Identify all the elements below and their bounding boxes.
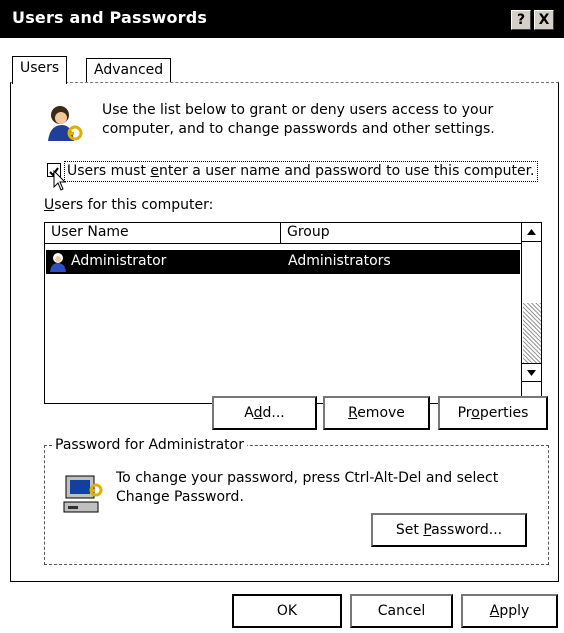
checkbox-label-mnemonic: e <box>150 163 160 179</box>
ok-button[interactable]: OK <box>232 594 342 628</box>
set-password-button[interactable]: Set Password... <box>371 513 527 547</box>
close-button[interactable]: X <box>534 10 554 30</box>
window-title: Users and Passwords <box>12 8 208 27</box>
help-button[interactable]: ? <box>511 10 531 30</box>
add-button[interactable]: Add... <box>212 396 317 430</box>
users-list-label: Users for this computer: <box>44 196 213 215</box>
user-icon <box>49 252 71 276</box>
column-header-user-name-label: User Name <box>51 224 129 240</box>
remove-label-mnemonic: R <box>348 405 358 421</box>
intro-line-1: Use the list below to grant or deny user… <box>102 102 494 118</box>
login-required-label[interactable]: Users must enter a user name and passwor… <box>64 161 538 182</box>
password-group-legend: Password for Administrator <box>52 436 247 455</box>
properties-button[interactable]: Properties <box>438 396 548 430</box>
apply-button[interactable]: Apply <box>461 594 558 628</box>
apply-label-part: pply <box>499 603 530 619</box>
listview-scrollbar[interactable] <box>521 223 541 403</box>
scroll-up-button[interactable] <box>522 223 541 242</box>
add-label-part: d... <box>262 405 285 421</box>
arrow-down-icon <box>527 370 536 376</box>
apply-label-mnemonic: A <box>489 603 500 619</box>
column-header-group-label: Group <box>287 224 330 240</box>
add-label-part: A <box>244 405 254 421</box>
row-group: Administrators <box>288 253 391 269</box>
table-row[interactable]: Administrator Administrators <box>46 250 520 274</box>
intro-line-2: computer, and to change passwords and ot… <box>102 121 495 137</box>
set-password-label-part: Set <box>395 522 424 538</box>
computer-keys-icon <box>62 472 106 516</box>
set-password-label-mnemonic: P <box>423 522 432 538</box>
properties-label-part: Pr <box>457 405 472 421</box>
column-header-group[interactable]: Group <box>281 223 521 244</box>
checkbox-label-part: nter a user name and password to use thi… <box>159 163 535 179</box>
column-header-user-name[interactable]: User Name <box>45 223 281 244</box>
arrow-up-icon <box>527 229 536 235</box>
tab-users-label: Users <box>20 60 60 76</box>
password-info-line-2: Change Password. <box>116 489 244 505</box>
users-list-label-part: sers for this computer: <box>54 197 214 213</box>
title-bar[interactable]: Users and Passwords ? X <box>0 0 564 38</box>
users-keys-icon <box>44 103 86 143</box>
scroll-track[interactable] <box>523 303 541 363</box>
scroll-down-button[interactable] <box>522 363 541 382</box>
password-info-line-1: To change your password, press Ctrl-Alt-… <box>116 470 499 486</box>
properties-label-part: perties <box>479 405 529 421</box>
checkbox-label-part: Users must <box>67 163 151 179</box>
tab-users[interactable]: Users <box>12 56 68 84</box>
remove-button[interactable]: Remove <box>323 396 430 430</box>
row-user-name: Administrator <box>71 253 167 269</box>
set-password-label-part: assword... <box>431 522 503 538</box>
properties-label-mnemonic: o <box>471 405 480 421</box>
tab-advanced-label: Advanced <box>94 62 164 78</box>
tab-advanced[interactable]: Advanced <box>86 58 172 82</box>
users-list-label-mnemonic: U <box>44 197 55 213</box>
cancel-button[interactable]: Cancel <box>350 594 453 628</box>
remove-label-part: emove <box>357 405 405 421</box>
